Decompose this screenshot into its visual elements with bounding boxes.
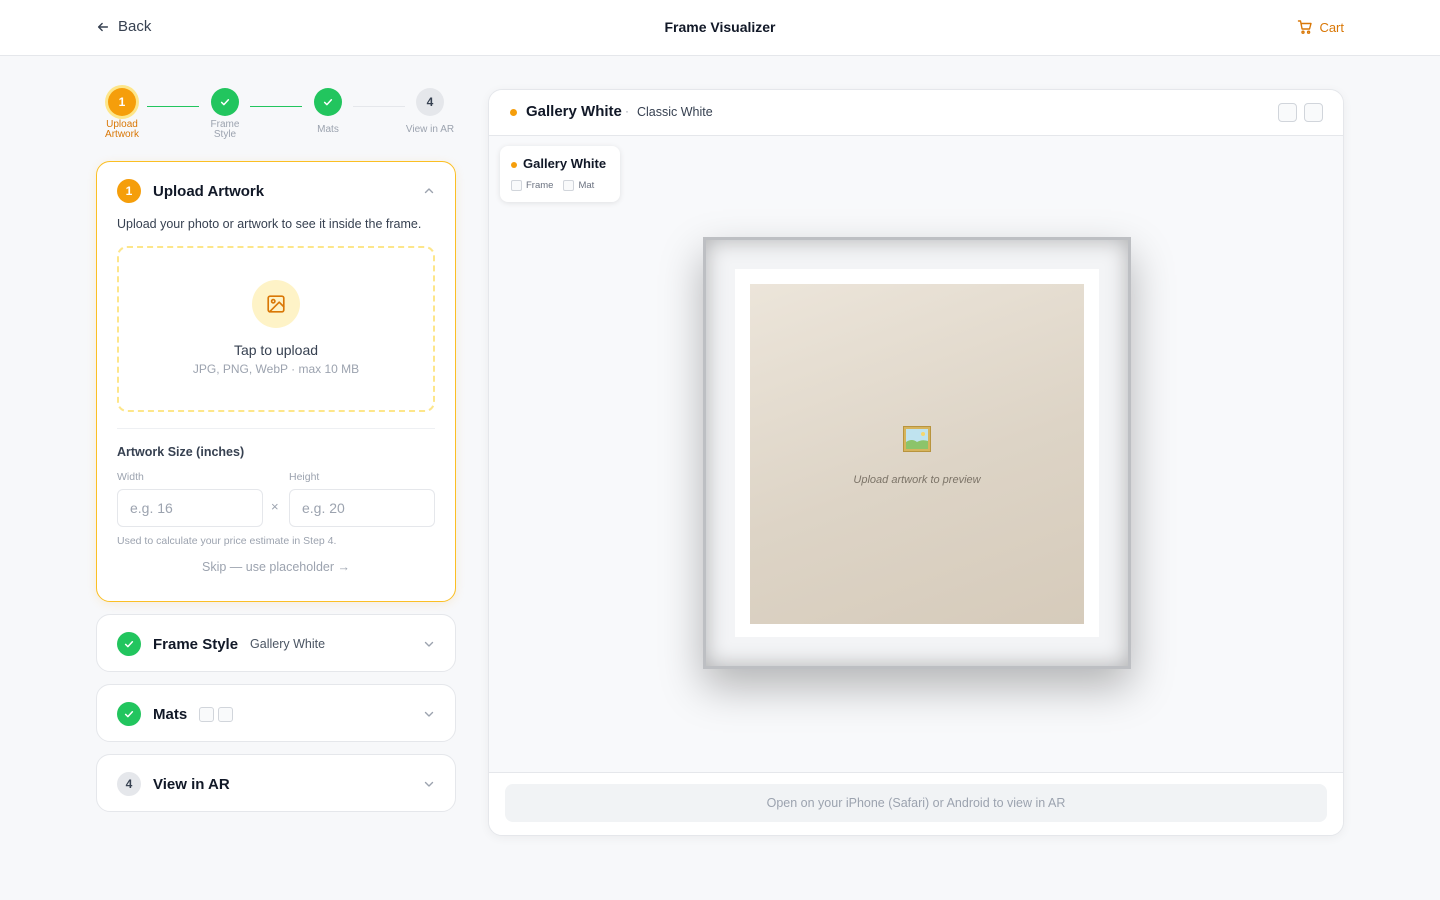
step-connector — [147, 106, 199, 107]
step-connector — [353, 106, 405, 107]
step-label: Style — [213, 129, 237, 140]
card-title: View in AR — [153, 775, 230, 793]
step-number: 1 — [108, 88, 136, 116]
width-input[interactable] — [117, 489, 263, 527]
step-number-badge: 1 — [117, 179, 141, 203]
card-title: Frame Style — [153, 635, 239, 653]
frame-swatch — [511, 180, 522, 191]
cart-label: Cart — [1319, 19, 1344, 35]
height-label: Height — [289, 471, 320, 483]
dropzone-hint: JPG, PNG, WebP · max 10 MB — [192, 362, 360, 376]
chip-frame-name: Gallery White — [523, 156, 607, 171]
mat-swatch-label: Mat — [578, 180, 595, 191]
frame-preview: Upload artwork to preview — [703, 237, 1131, 669]
cart-icon — [1298, 20, 1313, 34]
frame-name: Gallery White — [526, 103, 622, 120]
mat-swatch — [563, 180, 575, 191]
artwork-placeholder[interactable]: Upload artwork to preview — [750, 284, 1084, 624]
mat-swatch — [199, 706, 215, 722]
view-in-ar-card[interactable]: 4 View in AR — [96, 754, 456, 812]
chevron-up-icon[interactable] — [423, 185, 435, 197]
frame-swatch-label: Frame — [526, 180, 554, 191]
cart-button[interactable]: Cart — [1297, 19, 1344, 35]
framed-picture-icon — [903, 426, 931, 452]
top-bar: Back Frame Visualizer Cart — [0, 0, 1440, 56]
ar-instruction-bar: Open on your iPhone (Safari) or Android … — [505, 784, 1327, 822]
check-icon — [117, 632, 141, 656]
upload-artwork-card: 1 Upload Artwork Upload your photo or ar… — [96, 161, 456, 602]
upload-dropzone[interactable]: Tap to upload JPG, PNG, WebP · max 10 MB — [117, 246, 435, 412]
separator: · — [625, 104, 629, 118]
frame-style-card[interactable]: Frame Style Gallery White — [96, 614, 456, 672]
status-dot — [511, 162, 517, 168]
step-connector — [250, 106, 302, 107]
dropzone-title: Tap to upload — [233, 342, 319, 358]
upload-card-header[interactable]: 1 Upload Artwork — [117, 178, 435, 204]
artwork-size-title: Artwork Size (inches) — [117, 445, 245, 459]
width-label: Width — [117, 471, 144, 483]
check-icon — [117, 702, 141, 726]
chevron-down-icon[interactable] — [423, 638, 435, 650]
frame-subtitle: Classic White — [637, 105, 713, 119]
step-frame-style[interactable]: Frame Style — [195, 88, 255, 140]
mat-preview: Upload artwork to preview — [735, 269, 1099, 637]
preview-panel: Gallery White · Classic White Gallery Wh… — [488, 89, 1344, 836]
step-label: View in AR — [405, 124, 455, 135]
skip-placeholder-link[interactable]: Skip — use placeholder → — [97, 560, 455, 574]
mats-card[interactable]: Mats — [96, 684, 456, 742]
step-upload-artwork[interactable]: 1 Upload Artwork — [92, 88, 152, 140]
progress-stepper: 1 Upload Artwork Frame Style Mats 4 View… — [96, 88, 456, 148]
chevron-down-icon[interactable] — [423, 778, 435, 790]
step-view-in-ar[interactable]: 4 View in AR — [400, 88, 460, 135]
preview-header: Gallery White · Classic White — [489, 90, 1343, 136]
step-number: 4 — [416, 88, 444, 116]
step-label: Artwork — [105, 129, 139, 140]
price-note: Used to calculate your price estimate in… — [117, 535, 337, 547]
step-number-badge: 4 — [117, 772, 141, 796]
preview-footer: Open on your iPhone (Safari) or Android … — [489, 772, 1343, 835]
chevron-down-icon[interactable] — [423, 708, 435, 720]
step-mats[interactable]: Mats — [298, 88, 358, 135]
height-input[interactable] — [289, 489, 435, 527]
step-label: Mats — [317, 124, 339, 135]
mat-color-swatch-button[interactable] — [1304, 103, 1323, 122]
card-title: Upload Artwork — [153, 182, 265, 200]
frame-info-chip: Gallery White Frame Mat — [500, 146, 620, 202]
status-dot — [510, 109, 517, 116]
frame-color-swatch-button[interactable] — [1278, 103, 1297, 122]
image-icon — [252, 280, 300, 328]
times-symbol: × — [271, 499, 279, 514]
placeholder-text: Upload artwork to preview — [853, 474, 981, 486]
upload-description: Upload your photo or artwork to see it i… — [117, 217, 422, 231]
card-title: Mats — [153, 705, 188, 723]
check-icon — [211, 88, 239, 116]
page-title: Frame Visualizer — [664, 19, 776, 35]
selected-frame-value: Gallery White — [250, 637, 326, 651]
check-icon — [314, 88, 342, 116]
divider — [117, 428, 435, 429]
mat-swatch — [218, 706, 234, 722]
